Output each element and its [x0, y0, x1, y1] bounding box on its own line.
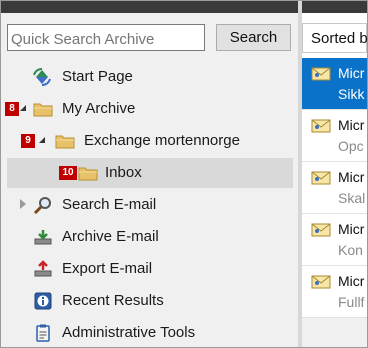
- inbox-label: Inbox: [105, 164, 142, 181]
- folder-icon: [78, 167, 98, 181]
- search-button[interactable]: Search: [216, 24, 291, 51]
- archive-email-icon: [34, 230, 52, 245]
- archive-email-label: Archive E-mail: [62, 228, 159, 245]
- exchange-label: Exchange mortennorge: [84, 132, 240, 149]
- search-email-label: Search E-mail: [62, 196, 157, 213]
- folder-icon: [33, 103, 53, 117]
- shortcut-badge: 8: [5, 102, 19, 116]
- tree-item-my-archive[interactable]: 8 My Archive: [1, 94, 298, 124]
- expanded-arrow-icon[interactable]: [20, 105, 26, 111]
- email-subject: Fullf: [338, 294, 365, 310]
- email-sender: Micr: [338, 221, 365, 237]
- export-email-label: Export E-mail: [62, 260, 153, 277]
- start-page-icon: [33, 68, 51, 86]
- envelope-icon: [311, 67, 331, 81]
- shortcut-badge: 10: [59, 166, 77, 180]
- email-subject: Kon: [338, 242, 363, 258]
- envelope-icon: [311, 119, 331, 133]
- export-email-icon: [34, 260, 52, 277]
- shortcut-badge: 9: [21, 134, 35, 148]
- expanded-arrow-icon[interactable]: [39, 137, 45, 143]
- administrative-tools-label: Administrative Tools: [62, 324, 196, 341]
- start-page-label: Start Page: [62, 68, 133, 85]
- tree-item-export-email[interactable]: Export E-mail: [1, 254, 298, 284]
- tree-item-archive-email[interactable]: Archive E-mail: [1, 222, 298, 252]
- message-list-pane: Sorted b Micr Sikk Micr Opc Micr Skal Mi…: [302, 1, 367, 347]
- tree-item-start-page[interactable]: Start Page: [1, 62, 298, 92]
- email-sender: Micr: [338, 117, 365, 133]
- list-empty-area: [302, 318, 367, 347]
- email-subject: Sikk: [338, 86, 365, 102]
- email-row[interactable]: Micr Fullf: [302, 266, 367, 318]
- recent-results-label: Recent Results: [62, 292, 164, 309]
- email-row[interactable]: Micr Opc: [302, 110, 367, 162]
- clipboard-icon: [36, 324, 50, 342]
- email-sender: Micr: [338, 65, 365, 81]
- email-subject: Opc: [338, 138, 364, 154]
- envelope-icon: [311, 171, 331, 185]
- sort-header[interactable]: Sorted b: [302, 23, 367, 53]
- email-sender: Micr: [338, 273, 365, 289]
- magnifier-icon: [33, 197, 51, 214]
- email-row[interactable]: Micr Skal: [302, 162, 367, 214]
- navigation-pane: Search Start Page 8 My Archive 9 Exchang…: [1, 1, 298, 347]
- tree-item-recent-results[interactable]: Recent Results: [1, 286, 298, 316]
- info-icon: [34, 292, 52, 310]
- quick-search-input[interactable]: [7, 24, 205, 51]
- tree-item-inbox[interactable]: 10 Inbox: [1, 158, 298, 188]
- email-row[interactable]: Micr Kon: [302, 214, 367, 266]
- email-subject: Skal: [338, 190, 366, 206]
- email-sender: Micr: [338, 169, 365, 185]
- tree-item-administrative-tools[interactable]: Administrative Tools: [1, 318, 298, 348]
- folder-icon: [55, 135, 75, 149]
- email-row[interactable]: Micr Sikk: [302, 58, 367, 110]
- tree-item-exchange-mortennorge[interactable]: 9 Exchange mortennorge: [1, 126, 298, 156]
- nav-header-strip: [1, 1, 298, 13]
- tree-item-search-email[interactable]: Search E-mail: [1, 190, 298, 220]
- my-archive-label: My Archive: [62, 100, 136, 117]
- list-header-strip: [302, 1, 367, 13]
- collapsed-arrow-icon[interactable]: [20, 199, 26, 209]
- envelope-icon: [311, 275, 331, 289]
- envelope-icon: [311, 223, 331, 237]
